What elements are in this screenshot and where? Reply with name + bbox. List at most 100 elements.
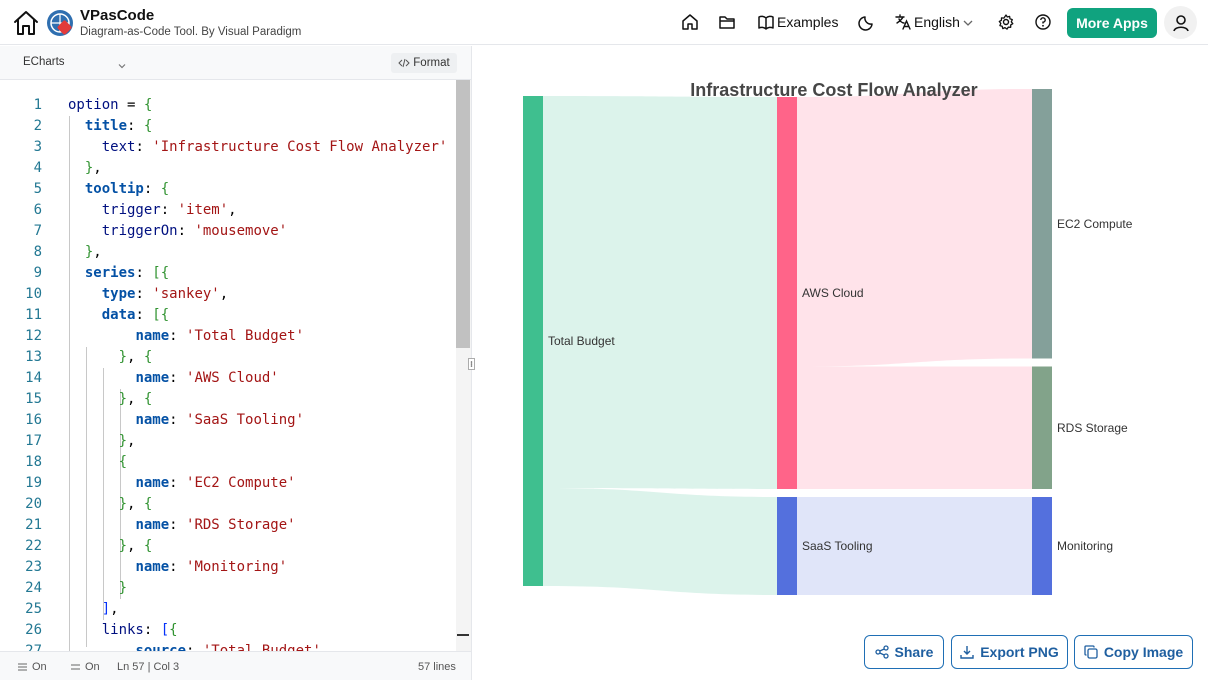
line-number: 2 (33, 118, 42, 134)
share-button[interactable]: Share (864, 635, 944, 669)
scroll-position-marker (457, 634, 469, 636)
code-line: }, (84, 160, 102, 176)
code-line: name: 'SaaS Tooling' (135, 412, 305, 428)
app-header: VPasCode Diagram-as-Code Tool. By Visual… (0, 0, 1208, 45)
sankey-link-aws-cloud-to-ec2-compute[interactable] (797, 89, 1032, 367)
sankey-chart: Total Budget AWS Cloud SaaS Tooling EC2 Com… (523, 80, 1133, 595)
line-number: 22 (25, 538, 42, 554)
line-number-gutter: 1 2 3 4 5 6 7 8 9 10 11 12 13 14 15 16 17 18 19 20 21 22 23 24 2… (0, 95, 50, 651)
code-line: name: 'AWS Cloud' (135, 370, 279, 386)
code-line: name: 'Total Budget' (135, 328, 305, 344)
word-wrap-status: On (32, 661, 47, 673)
line-number: 17 (25, 433, 42, 449)
line-number: 13 (25, 349, 42, 365)
minimap-toggle[interactable]: On (70, 661, 100, 673)
examples-link[interactable]: Examples (777, 14, 838, 30)
export-png-button[interactable]: Export PNG (951, 635, 1068, 669)
line-number: 24 (25, 580, 42, 596)
code-line: name: 'Monitoring' (135, 559, 288, 575)
lines-icon (71, 664, 80, 670)
user-icon (1172, 14, 1189, 31)
line-number: 9 (33, 265, 42, 281)
line-number: 11 (25, 307, 42, 323)
list-icon (18, 663, 27, 671)
code-editor-panel: ECharts Format 1 2 3 4 5 6 7 8 9 10 11 12 13 14 15 16 17… (0, 46, 475, 680)
format-button[interactable]: Format (391, 53, 457, 73)
code-line: series: [{ (84, 265, 170, 281)
line-number: 1 (33, 97, 42, 113)
editor-scrollbar-thumb[interactable] (456, 80, 470, 348)
app-logo-icon (46, 9, 74, 37)
help-icon[interactable] (1034, 13, 1052, 31)
sankey-node-monitoring[interactable] (1032, 497, 1052, 595)
export-png-label: Export PNG (980, 644, 1059, 660)
word-wrap-toggle[interactable]: On (17, 661, 47, 673)
translate-icon[interactable] (894, 13, 912, 31)
code-line: source: 'Total Budget', (135, 643, 330, 651)
code-line: title: { (84, 118, 153, 134)
code-line: ], (101, 601, 119, 617)
sankey-link-total-budget-to-aws-cloud[interactable] (543, 96, 777, 489)
share-label: Share (894, 644, 934, 660)
sankey-node-aws-cloud[interactable] (777, 97, 797, 489)
sankey-label-aws-cloud: AWS Cloud (802, 286, 864, 300)
sankey-node-ec2-compute[interactable] (1032, 89, 1052, 359)
sankey-label-rds-storage: RDS Storage (1057, 421, 1128, 435)
moon-icon[interactable] (858, 13, 876, 31)
line-number: 14 (25, 370, 42, 386)
diagram-type-select[interactable]: ECharts (23, 56, 65, 68)
code-line: }, { (118, 349, 153, 365)
copy-image-button[interactable]: Copy Image (1074, 635, 1193, 669)
sankey-link-aws-cloud-to-rds-storage[interactable] (797, 366, 1032, 490)
code-line: }, (118, 433, 136, 449)
line-number: 20 (25, 496, 42, 512)
sankey-node-saas-tooling[interactable] (777, 497, 797, 595)
gear-icon[interactable] (997, 13, 1015, 31)
more-apps-button[interactable]: More Apps (1067, 8, 1157, 38)
book-icon[interactable] (757, 13, 775, 31)
line-number: 26 (25, 622, 42, 638)
line-number: 10 (25, 286, 42, 302)
home-icon[interactable] (12, 9, 40, 37)
line-number: 12 (25, 328, 42, 344)
cursor-position: Ln 57 | Col 3 (117, 661, 180, 673)
line-count: 57 lines (418, 661, 456, 673)
code-line: text: 'Infrastructure Cost Flow Analyzer… (101, 139, 448, 155)
format-label: Format (413, 57, 450, 69)
sankey-node-total-budget[interactable] (523, 96, 543, 586)
code-line: }, (84, 244, 102, 260)
app-subtitle: Diagram-as-Code Tool. By Visual Paradigm (80, 26, 302, 38)
app-title: VPasCode (80, 7, 155, 24)
line-number: 21 (25, 517, 42, 533)
line-number: 25 (25, 601, 42, 617)
editor-status-bar: On On Ln 57 | Col 3 57 lines (0, 651, 471, 680)
user-avatar[interactable] (1164, 6, 1197, 39)
chevron-down-icon[interactable] (962, 16, 974, 28)
line-number: 18 (25, 454, 42, 470)
code-line: }, { (118, 538, 153, 554)
code-line: data: [{ (101, 307, 170, 323)
home-nav-icon[interactable] (681, 13, 699, 31)
sankey-node-rds-storage[interactable] (1032, 366, 1052, 490)
line-number: 27 (25, 643, 42, 651)
language-select[interactable]: English (914, 14, 960, 30)
line-number: 6 (33, 202, 42, 218)
code-line: name: 'RDS Storage' (135, 517, 296, 533)
code-line: } (118, 580, 128, 596)
line-number: 7 (33, 223, 42, 239)
chevron-down-icon[interactable] (117, 58, 127, 69)
line-number: 8 (33, 244, 42, 260)
code-line: option = { (68, 97, 153, 113)
sankey-label-saas-tooling: SaaS Tooling (802, 539, 873, 553)
code-line: tooltip: { (84, 181, 170, 197)
folder-icon[interactable] (718, 13, 736, 31)
code-line: triggerOn: 'mousemove' (101, 223, 288, 239)
code-lines: option = { title: { text: 'Infrastructur… (68, 95, 447, 651)
sankey-label-total-budget: Total Budget (548, 334, 615, 348)
code-line: { (118, 454, 128, 470)
code-line: trigger: 'item', (101, 202, 237, 218)
code-text-area[interactable]: 1 2 3 4 5 6 7 8 9 10 11 12 13 14 15 16 17 18 19 20 21 22 23 24 2… (0, 80, 456, 651)
sankey-link-total-budget-to-saas-tooling[interactable] (543, 488, 777, 595)
line-number: 16 (25, 412, 42, 428)
minimap-status: On (85, 661, 100, 673)
